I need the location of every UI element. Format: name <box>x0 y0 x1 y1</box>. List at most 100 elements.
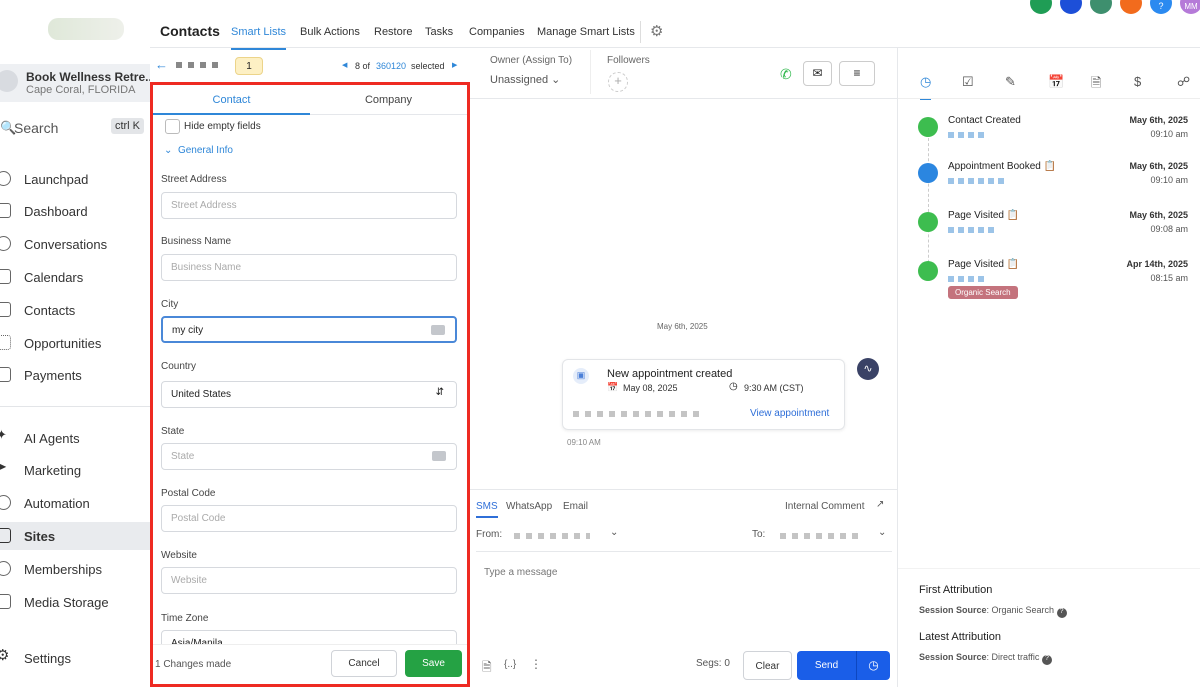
to-chevron-icon[interactable]: ⌄ <box>878 527 886 538</box>
tab-contact[interactable]: Contact <box>153 85 310 115</box>
from-chevron-icon[interactable]: ⌄ <box>610 527 618 538</box>
tab-sms[interactable]: SMS <box>476 501 498 518</box>
custom-values-icon[interactable]: {..} <box>504 659 516 670</box>
state-input[interactable]: State <box>161 443 457 470</box>
record-total[interactable]: 360120 <box>376 61 406 71</box>
appointments-tab-icon[interactable]: 📅 <box>1048 74 1064 90</box>
redacted-text <box>573 411 699 417</box>
activity-date: May 6th, 2025 <box>1129 161 1188 171</box>
nav-contacts[interactable]: Contacts <box>0 296 150 324</box>
nav-opportunities[interactable]: Opportunities <box>0 329 150 357</box>
tab-companies[interactable]: Companies <box>469 26 525 38</box>
clipboard-icon[interactable]: 📋 <box>1007 210 1019 221</box>
prev-record-icon[interactable]: ◀ <box>342 61 347 69</box>
to-number-redacted <box>780 533 858 539</box>
next-record-icon[interactable]: ▶ <box>452 61 457 69</box>
timeline-line <box>928 138 929 278</box>
activity-time: 09:08 am <box>1150 224 1188 234</box>
more-dots-icon[interactable] <box>431 325 445 335</box>
nav-marketing[interactable]: ➤ Marketing <box>0 456 150 484</box>
help-button[interactable]: ? <box>1150 0 1172 14</box>
nav-label: Memberships <box>24 562 103 577</box>
nav-label: Payments <box>24 368 82 383</box>
owner-select[interactable]: Unassigned ⌄ <box>490 73 560 86</box>
nav-calendars[interactable]: Calendars <box>0 263 150 291</box>
cancel-button[interactable]: Cancel <box>331 650 397 677</box>
megaphone-icon[interactable] <box>1060 0 1082 14</box>
help-icon[interactable]: ? <box>1041 655 1052 665</box>
payments-tab-icon[interactable]: $ <box>1134 74 1141 89</box>
tab-company[interactable]: Company <box>310 85 467 115</box>
phone-call-icon[interactable]: ✆ <box>780 66 792 83</box>
more-options-icon[interactable]: ⋮ <box>530 657 542 671</box>
add-follower-button[interactable]: + <box>608 72 628 92</box>
nav-settings[interactable]: ⚙ Settings <box>0 644 150 672</box>
city-input[interactable]: my city <box>161 316 457 343</box>
nav-automation[interactable]: Automation <box>0 489 150 517</box>
date-divider: May 6th, 2025 <box>657 322 708 331</box>
website-input[interactable]: Website <box>161 567 457 594</box>
activity-tab-icon[interactable]: ◷ <box>920 74 932 100</box>
country-select[interactable]: United States ⇵ <box>161 381 457 408</box>
documents-tab-icon[interactable]: 🗎 <box>1091 74 1101 96</box>
clipboard-icon[interactable]: 📋 <box>1044 161 1056 172</box>
nav-conversations[interactable]: Conversations <box>0 230 150 258</box>
schedule-send-button[interactable]: ◷ <box>856 651 890 680</box>
general-info-toggle[interactable]: ⌄ General Info <box>164 145 233 156</box>
bell-icon[interactable] <box>1120 0 1142 14</box>
sidebar-divider <box>0 406 150 407</box>
nav-sites[interactable]: Sites <box>0 522 150 550</box>
tab-whatsapp[interactable]: WhatsApp <box>506 501 552 512</box>
collapse-icon[interactable]: ↗ <box>876 499 884 510</box>
payments-icon <box>0 367 11 382</box>
to-label: To: <box>752 529 766 540</box>
record-selected: selected <box>411 61 445 71</box>
tab-manage-smart-lists[interactable]: Manage Smart Lists <box>537 26 635 38</box>
contacts-icon <box>0 302 11 317</box>
filter-button[interactable]: ≡ <box>839 61 875 86</box>
save-button[interactable]: Save <box>405 650 462 677</box>
tab-smart-lists[interactable]: Smart Lists <box>231 26 287 50</box>
more-dots-icon[interactable] <box>432 451 446 461</box>
postal-code-input[interactable]: Postal Code <box>161 505 457 532</box>
nav-media-storage[interactable]: Media Storage <box>0 588 150 616</box>
latest-attribution-title: Latest Attribution <box>919 631 1001 643</box>
workflows-tab-icon[interactable]: ☍ <box>1177 74 1190 90</box>
view-appointment-link[interactable]: View appointment <box>750 408 829 419</box>
tab-tasks[interactable]: Tasks <box>425 26 453 38</box>
message-input[interactable]: Type a message <box>476 553 892 641</box>
nav-label: Contacts <box>24 303 76 318</box>
clipboard-icon[interactable]: 📋 <box>1007 259 1019 270</box>
help-icon[interactable]: ? <box>1056 608 1067 618</box>
internal-comment-tab[interactable]: Internal Comment <box>785 501 864 512</box>
template-icon[interactable]: 🗎 <box>482 658 492 679</box>
hide-empty-checkbox[interactable] <box>165 119 180 134</box>
email-button[interactable]: ✉ <box>803 61 832 86</box>
user-avatar[interactable]: MM <box>1180 0 1200 14</box>
street-address-input[interactable]: Street Address <box>161 192 457 219</box>
announcement-icon[interactable] <box>1090 0 1112 14</box>
location-switcher[interactable]: Book Wellness Retre... Cape Coral, FLORI… <box>0 64 150 102</box>
nav-launchpad[interactable]: Launchpad <box>0 165 150 193</box>
clock-icon: ◷ <box>868 658 879 672</box>
tasks-tab-icon[interactable]: ☑ <box>962 74 974 90</box>
tab-restore[interactable]: Restore <box>374 26 413 38</box>
tab-email[interactable]: Email <box>563 501 588 512</box>
nav-memberships[interactable]: Memberships <box>0 555 150 583</box>
send-button[interactable]: Send <box>797 651 856 680</box>
envelope-icon: ✉ <box>812 66 823 80</box>
notes-tab-icon[interactable]: ✎ <box>1005 74 1016 90</box>
business-name-input[interactable]: Business Name <box>161 254 457 281</box>
search-button[interactable]: 🔍 Search ctrl K <box>0 118 148 138</box>
gear-icon[interactable]: ⚙ <box>650 22 663 40</box>
tab-bulk-actions[interactable]: Bulk Actions <box>300 26 360 38</box>
nav-dashboard[interactable]: Dashboard <box>0 197 150 225</box>
back-arrow-icon[interactable]: ← <box>155 57 168 72</box>
nav-ai-agents[interactable]: ✦ AI Agents <box>0 424 150 452</box>
nav-payments[interactable]: Payments <box>0 361 150 389</box>
activity-panel: ◷ ☑ ✎ 📅 🗎 $ ☍ Contact Created May 6th, 2… <box>898 48 1200 687</box>
page-title: Contacts <box>160 23 220 39</box>
phone-icon[interactable] <box>1030 0 1052 14</box>
clear-button[interactable]: Clear <box>743 651 792 680</box>
globe-icon <box>918 212 938 232</box>
